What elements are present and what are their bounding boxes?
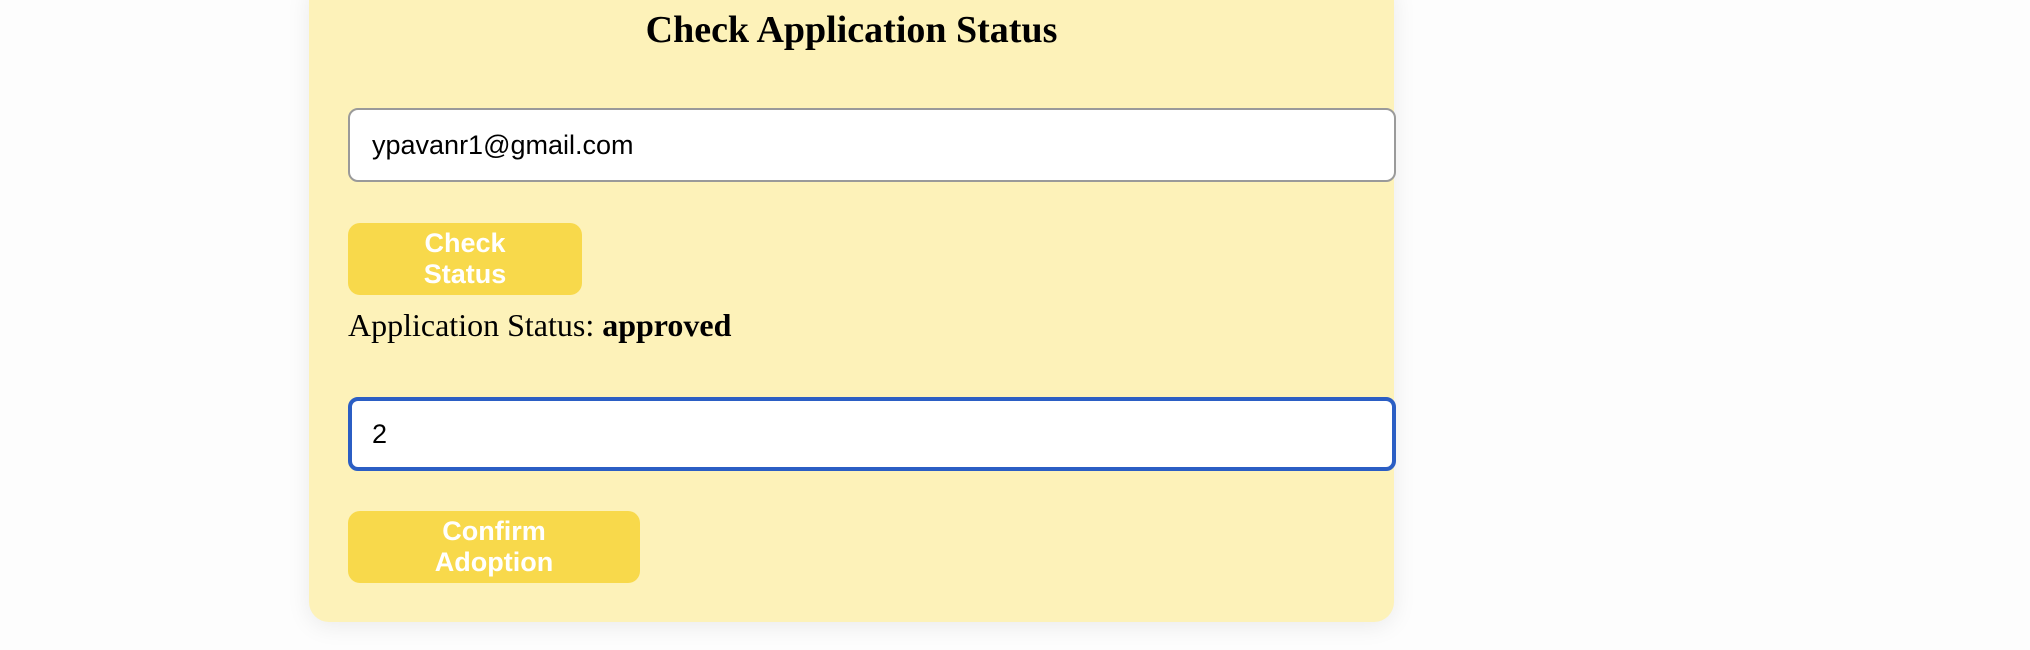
confirm-adoption-button[interactable]: Confirm Adoption [348, 511, 640, 583]
status-label: Application Status: [348, 307, 595, 343]
page-title: Check Application Status [645, 9, 1058, 51]
pet-id-input[interactable] [348, 397, 1396, 471]
application-status: Application Status: approved [348, 305, 731, 345]
email-input[interactable] [348, 108, 1396, 182]
status-value: approved [602, 307, 732, 343]
check-status-button[interactable]: Check Status [348, 223, 582, 295]
status-card: Check Application Status Check Status Ap… [309, 0, 1396, 622]
